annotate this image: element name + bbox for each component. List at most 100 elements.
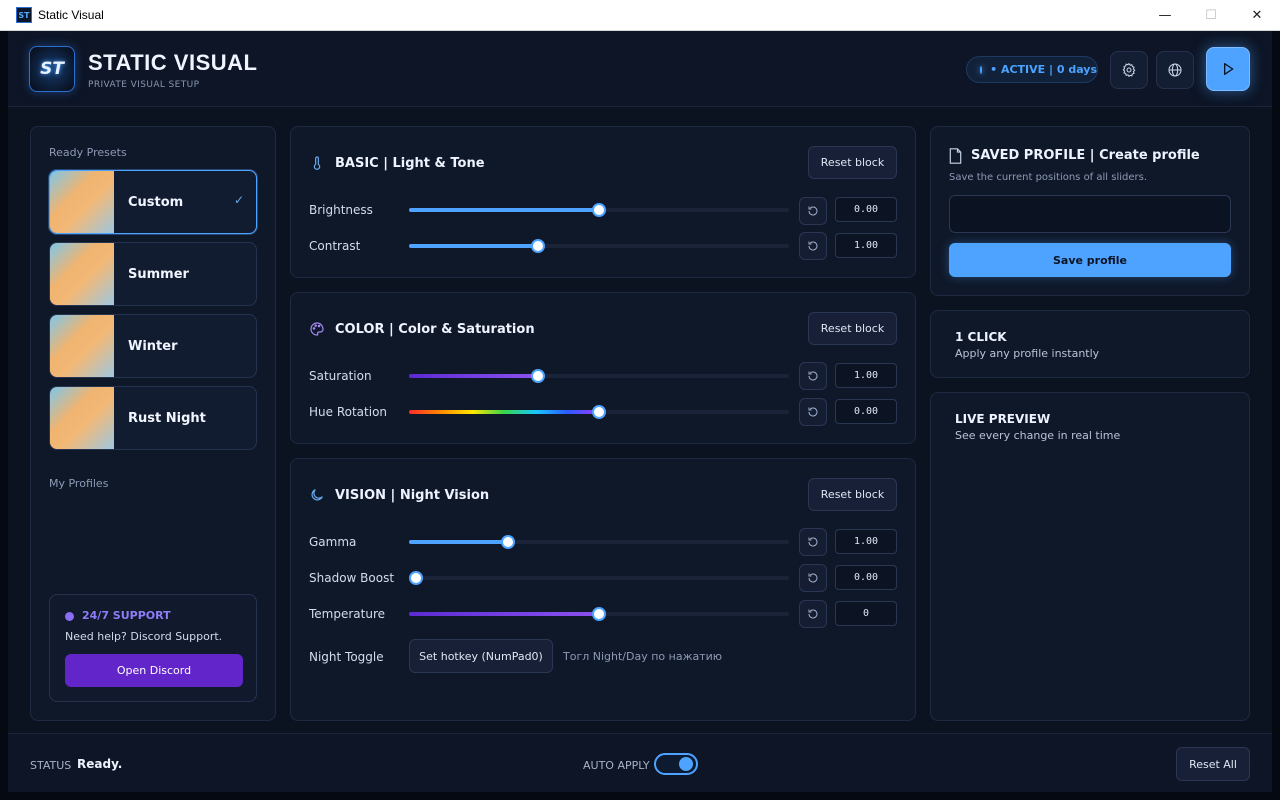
play-icon	[1224, 63, 1234, 75]
slider-handle[interactable]	[531, 369, 545, 383]
language-button[interactable]	[1156, 51, 1194, 89]
license-status-badge: • ACTIVE | 0 days	[966, 56, 1098, 83]
shadow-boost-slider[interactable]	[409, 571, 789, 585]
temperature-reset-button[interactable]	[799, 600, 827, 628]
close-button[interactable]: ✕	[1234, 0, 1280, 31]
gamma-label: Gamma	[309, 535, 357, 549]
gamma-value[interactable]: 1.00	[835, 529, 897, 554]
one-click-title: 1 CLICK	[955, 330, 1007, 344]
window-title: Static Visual	[38, 8, 104, 22]
contrast-reset-button[interactable]	[799, 232, 827, 260]
temperature-label: Temperature	[309, 607, 386, 621]
saturation-slider[interactable]	[409, 369, 789, 383]
preset-rust-night[interactable]: Rust Night	[49, 386, 257, 450]
gamma-reset-button[interactable]	[799, 528, 827, 556]
preset-custom[interactable]: Custom ✓	[49, 170, 257, 234]
reset-icon	[808, 241, 818, 251]
app-subtitle: PRIVATE VISUAL SETUP	[88, 80, 200, 90]
preset-name: Summer	[128, 266, 189, 282]
hue-rotation-label: Hue Rotation	[309, 405, 388, 419]
slider-handle[interactable]	[592, 203, 606, 217]
basic-reset-block-button[interactable]: Reset block	[808, 146, 897, 179]
contrast-label: Contrast	[309, 239, 361, 253]
hue-rotation-value[interactable]: 0.00	[835, 399, 897, 424]
maximize-button[interactable]: ☐	[1188, 0, 1234, 31]
slider-handle[interactable]	[409, 571, 423, 585]
reset-icon	[808, 609, 818, 619]
slider-handle[interactable]	[501, 535, 515, 549]
brightness-reset-button[interactable]	[799, 197, 827, 225]
my-profiles-label: My Profiles	[49, 477, 109, 490]
vision-block-title: VISION | Night Vision	[335, 488, 490, 503]
contrast-value[interactable]: 1.00	[835, 233, 897, 258]
auto-apply-toggle[interactable]	[654, 753, 698, 775]
slider-handle[interactable]	[592, 607, 606, 621]
settings-button[interactable]	[1110, 51, 1148, 89]
support-title: 24/7 SUPPORT	[82, 609, 171, 622]
reset-icon	[808, 206, 818, 216]
app-logo-text: ST	[40, 59, 64, 79]
reset-all-button[interactable]: Reset All	[1176, 747, 1250, 781]
preset-winter[interactable]: Winter	[49, 314, 257, 378]
saturation-label: Saturation	[309, 369, 372, 383]
window-frame-right	[1272, 31, 1280, 800]
check-icon: ✓	[233, 193, 244, 207]
status-bar: STATUS Ready. AUTO APPLY Reset All	[8, 733, 1272, 792]
app-header: ST STATIC VISUAL PRIVATE VISUAL SETUP • …	[8, 31, 1272, 107]
basic-block: BASIC | Light & Tone Reset block Brightn…	[290, 126, 916, 278]
temperature-slider[interactable]	[409, 607, 789, 621]
shadow-boost-value[interactable]: 0.00	[835, 565, 897, 590]
apply-play-button[interactable]	[1206, 47, 1250, 91]
one-click-card: 1 CLICK Apply any profile instantly	[930, 310, 1250, 378]
set-hotkey-button[interactable]: Set hotkey (NumPad0)	[409, 639, 553, 673]
save-profile-button[interactable]: Save profile	[949, 243, 1231, 277]
status-label: STATUS	[30, 759, 72, 772]
vision-block: VISION | Night Vision Reset block Gamma …	[290, 458, 916, 721]
support-text: Need help? Discord Support.	[65, 630, 223, 643]
thermometer-icon	[313, 156, 321, 170]
color-reset-block-button[interactable]: Reset block	[808, 312, 897, 345]
brightness-value[interactable]: 0.00	[835, 197, 897, 222]
slider-fill	[409, 410, 599, 414]
hue-rotation-slider[interactable]	[409, 405, 789, 419]
toggle-knob	[679, 757, 693, 771]
saved-profile-panel: SAVED PROFILE | Create profile Save the …	[930, 126, 1250, 296]
slider-fill	[409, 374, 538, 378]
preset-thumbnail	[50, 387, 114, 449]
window-titlebar: ST Static Visual — ☐ ✕	[0, 0, 1280, 31]
auto-apply-label: AUTO APPLY	[583, 759, 650, 772]
hue-rotation-reset-button[interactable]	[799, 398, 827, 426]
slider-fill	[409, 612, 599, 616]
open-discord-button[interactable]: Open Discord	[65, 654, 243, 687]
saturation-reset-button[interactable]	[799, 362, 827, 390]
slider-fill	[409, 244, 538, 248]
app-icon: ST	[16, 7, 32, 23]
temperature-value[interactable]: 0	[835, 601, 897, 626]
saturation-value[interactable]: 1.00	[835, 363, 897, 388]
minimize-button[interactable]: —	[1142, 0, 1188, 31]
brightness-slider[interactable]	[409, 203, 789, 217]
app-title: STATIC VISUAL	[88, 50, 258, 75]
live-preview-card: LIVE PREVIEW See every change in real ti…	[930, 392, 1250, 721]
vision-reset-block-button[interactable]: Reset block	[808, 478, 897, 511]
support-dot-icon	[65, 612, 74, 621]
brightness-label: Brightness	[309, 203, 373, 217]
app-logo: ST	[29, 46, 75, 92]
profile-name-input[interactable]	[949, 195, 1231, 233]
slider-handle[interactable]	[592, 405, 606, 419]
live-preview-title: LIVE PREVIEW	[955, 412, 1051, 426]
shadow-boost-reset-button[interactable]	[799, 564, 827, 592]
color-block: COLOR | Color & Saturation Reset block S…	[290, 292, 916, 444]
gear-icon	[1122, 62, 1136, 78]
shadow-boost-label: Shadow Boost	[309, 571, 395, 585]
moon-icon	[311, 489, 323, 501]
gamma-slider[interactable]	[409, 535, 789, 549]
contrast-slider[interactable]	[409, 239, 789, 253]
ready-presets-label: Ready Presets	[49, 146, 127, 159]
slider-handle[interactable]	[531, 239, 545, 253]
document-icon	[949, 148, 962, 164]
slider-fill	[409, 540, 508, 544]
preset-thumbnail	[50, 315, 114, 377]
preset-summer[interactable]: Summer	[49, 242, 257, 306]
presets-panel: Ready Presets Custom ✓ Summer Winter Rus…	[30, 126, 276, 721]
